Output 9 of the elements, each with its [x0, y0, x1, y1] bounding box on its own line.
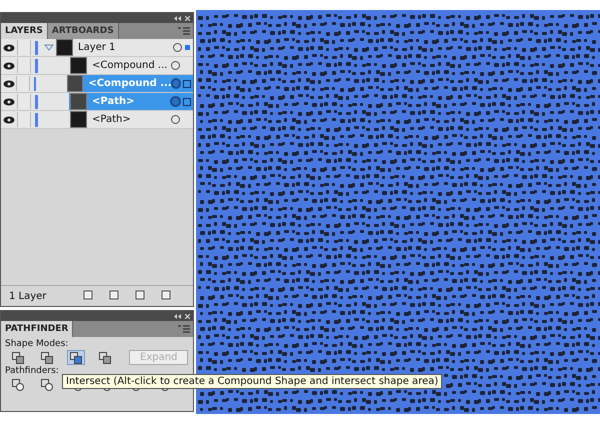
- layer-name: <Path>: [92, 114, 132, 125]
- layer-name: <Compound ...: [92, 60, 168, 71]
- tooltip: Intersect (Alt-click to create a Compound Shape and intersect shape area): [62, 374, 442, 389]
- layer-name: Layer 1: [78, 42, 116, 53]
- layer-name: <Path>: [92, 96, 136, 107]
- layer-name: <Compound ...: [88, 78, 172, 89]
- section-label: Pathfinders:: [5, 366, 59, 376]
- layer-count: 1 Layer: [9, 290, 46, 302]
- section-label: Shape Modes:: [5, 339, 68, 349]
